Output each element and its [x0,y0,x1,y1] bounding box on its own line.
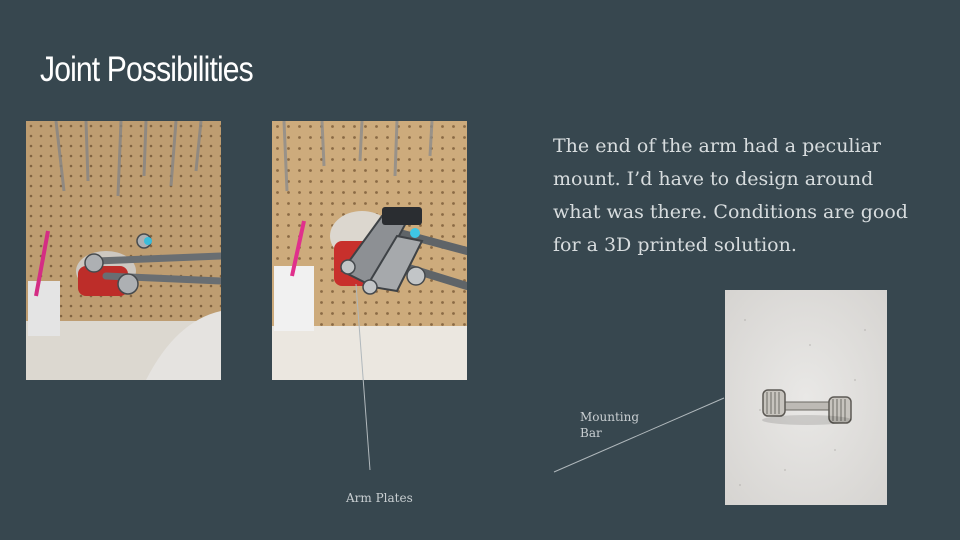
arm-joint-photo-2-image [272,121,467,380]
mounting-bar-photo-image [725,290,887,505]
arm-joint-photo-1 [26,121,221,380]
arm-plates-caption: Arm Plates [346,491,413,505]
mounting-bar-caption: Mounting Bar [580,410,640,440]
slide-body-text: The end of the arm had a peculiar mount.… [553,135,908,256]
mounting-bar-photo [725,290,887,505]
arm-joint-photo-1-image [26,121,221,380]
arm-joint-photo-2 [272,121,467,380]
slide-title: Joint Possibilities [40,50,254,89]
